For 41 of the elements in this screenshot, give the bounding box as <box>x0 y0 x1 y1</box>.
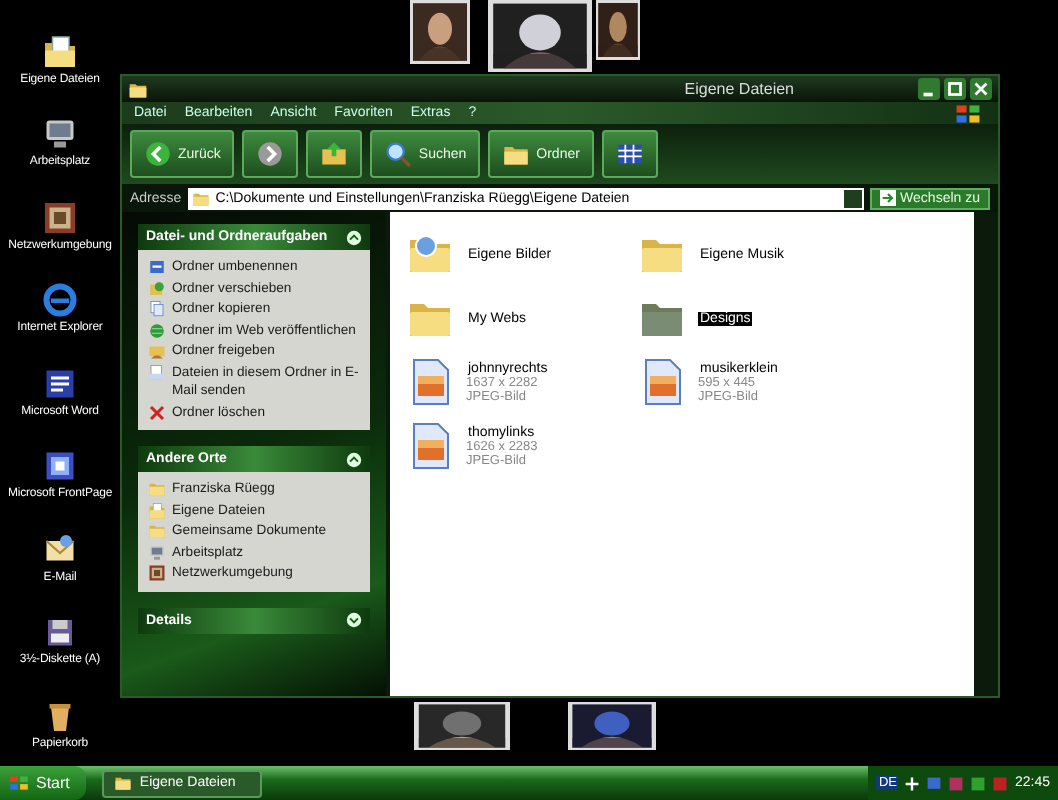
chevron-icon[interactable] <box>346 229 362 245</box>
copy-icon <box>148 300 166 318</box>
close-button[interactable] <box>970 78 992 100</box>
forward-button[interactable] <box>242 130 299 178</box>
globe-icon <box>148 321 166 339</box>
folder-icon <box>191 189 210 207</box>
chevron-icon[interactable] <box>346 451 362 467</box>
search-icon <box>384 140 413 168</box>
plus-icon[interactable] <box>904 775 921 791</box>
mail-icon <box>148 363 166 381</box>
envelope-icon[interactable] <box>42 531 78 567</box>
shared-folder-icon <box>148 342 166 360</box>
arrow-icon <box>880 190 897 206</box>
forward-icon <box>256 140 285 168</box>
floppy-icon[interactable] <box>42 614 78 650</box>
document-app-icon[interactable] <box>42 365 78 401</box>
back-icon <box>144 140 172 168</box>
folder-icon <box>148 522 166 540</box>
maximize-button[interactable] <box>944 78 966 100</box>
documents-folder-icon <box>148 501 166 519</box>
folder-up-icon <box>320 140 349 168</box>
move-icon <box>148 279 166 297</box>
documents-folder-icon[interactable] <box>42 33 78 69</box>
view-grid-icon <box>615 140 644 168</box>
delete-icon <box>148 403 166 421</box>
folder-up-button[interactable] <box>306 130 363 178</box>
minimize-button[interactable] <box>918 78 940 100</box>
start-button[interactable]: Start <box>0 766 86 800</box>
folder-icon <box>148 480 166 498</box>
chevron-icon[interactable] <box>346 612 362 628</box>
network-icon <box>148 564 166 582</box>
window-title: Eigene Dateien <box>682 80 796 98</box>
windows-logo-icon <box>8 774 30 792</box>
view-grid-button[interactable] <box>601 130 658 178</box>
computer-icon[interactable] <box>42 116 78 152</box>
web-app-icon[interactable] <box>42 448 78 484</box>
computer-icon <box>148 543 166 561</box>
folder-icon <box>128 79 148 99</box>
folder-icon <box>111 774 134 792</box>
rename-icon <box>148 258 166 276</box>
network-icon[interactable] <box>42 199 78 235</box>
